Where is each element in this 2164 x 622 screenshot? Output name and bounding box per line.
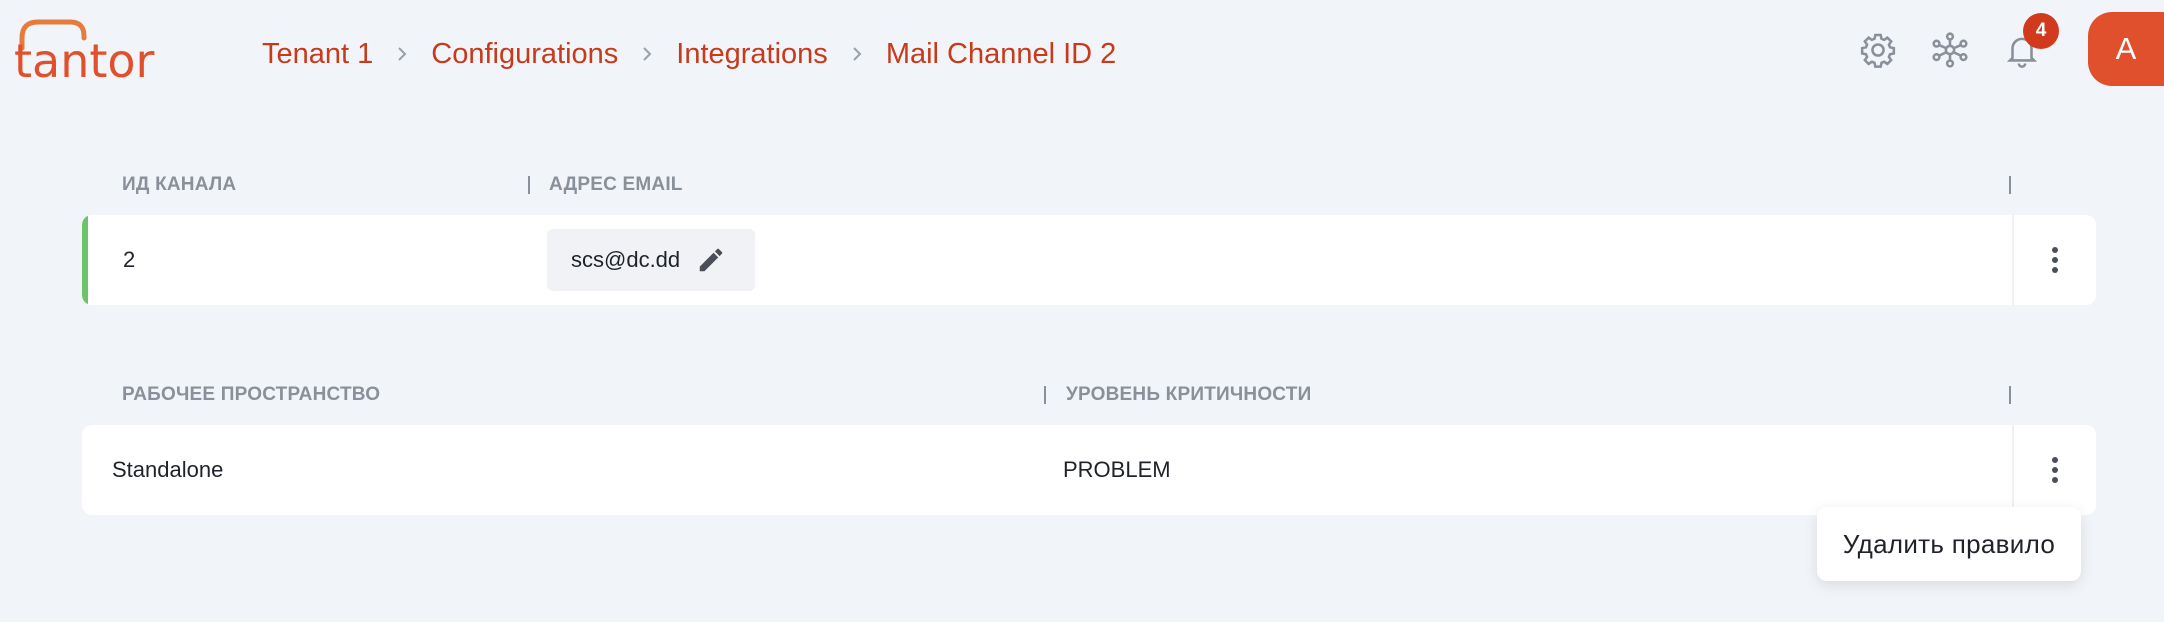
notification-badge: 4: [2023, 13, 2059, 49]
tantor-logo[interactable]: tantor: [12, 16, 172, 88]
breadcrumb-tenant[interactable]: Tenant 1: [262, 38, 373, 71]
column-divider[interactable]: [1044, 386, 1046, 404]
chevron-right-icon: [373, 45, 431, 63]
row-menu-button[interactable]: [2012, 425, 2096, 515]
pencil-icon[interactable]: [696, 245, 726, 275]
column-header-email: АДРЕС EMAIL: [549, 174, 683, 195]
channel-id-cell: 2: [123, 247, 136, 272]
column-header-workspace: РАБОЧЕЕ ПРОСТРАНСТВО: [122, 384, 381, 405]
severity-cell: PROBLEM: [1063, 457, 1171, 482]
channel-row: 2 scs@dc.dd: [82, 215, 2096, 305]
column-header-channel-id: ИД КАНАЛА: [122, 174, 237, 195]
more-vertical-icon: [2052, 457, 2058, 483]
rule-row: Standalone PROBLEM: [82, 425, 2096, 515]
column-divider[interactable]: [2009, 176, 2011, 194]
logo-text: tantor: [14, 34, 155, 82]
chevron-right-icon: [618, 45, 676, 63]
network-icon[interactable]: [1929, 29, 1971, 71]
breadcrumb-integrations[interactable]: Integrations: [676, 38, 828, 71]
column-divider[interactable]: [2009, 386, 2011, 404]
chevron-right-icon: [828, 45, 886, 63]
avatar[interactable]: A: [2088, 12, 2164, 86]
breadcrumb-mail-channel[interactable]: Mail Channel ID 2: [886, 38, 1117, 71]
rules-table-header: РАБОЧЕЕ ПРОСТРАНСТВО УРОВЕНЬ КРИТИЧНОСТИ: [82, 378, 2096, 410]
email-value: scs@dc.dd: [571, 247, 681, 272]
channel-table-header: ИД КАНАЛА АДРЕС EMAIL: [82, 168, 2096, 200]
column-header-severity: УРОВЕНЬ КРИТИЧНОСТИ: [1066, 384, 1312, 405]
column-divider[interactable]: [528, 176, 530, 194]
gear-icon[interactable]: [1857, 29, 1899, 71]
email-field[interactable]: scs@dc.dd: [547, 229, 755, 291]
breadcrumb: Tenant 1 Configurations Integrations Mai…: [262, 34, 1116, 74]
status-indicator: [82, 215, 88, 305]
breadcrumb-configurations[interactable]: Configurations: [431, 38, 618, 71]
delete-rule-menu-item[interactable]: Удалить правило: [1843, 529, 2055, 560]
workspace-cell: Standalone: [112, 457, 224, 482]
row-menu-button[interactable]: [2012, 215, 2096, 305]
row-context-menu: Удалить правило: [1817, 507, 2081, 581]
more-vertical-icon: [2052, 247, 2058, 273]
